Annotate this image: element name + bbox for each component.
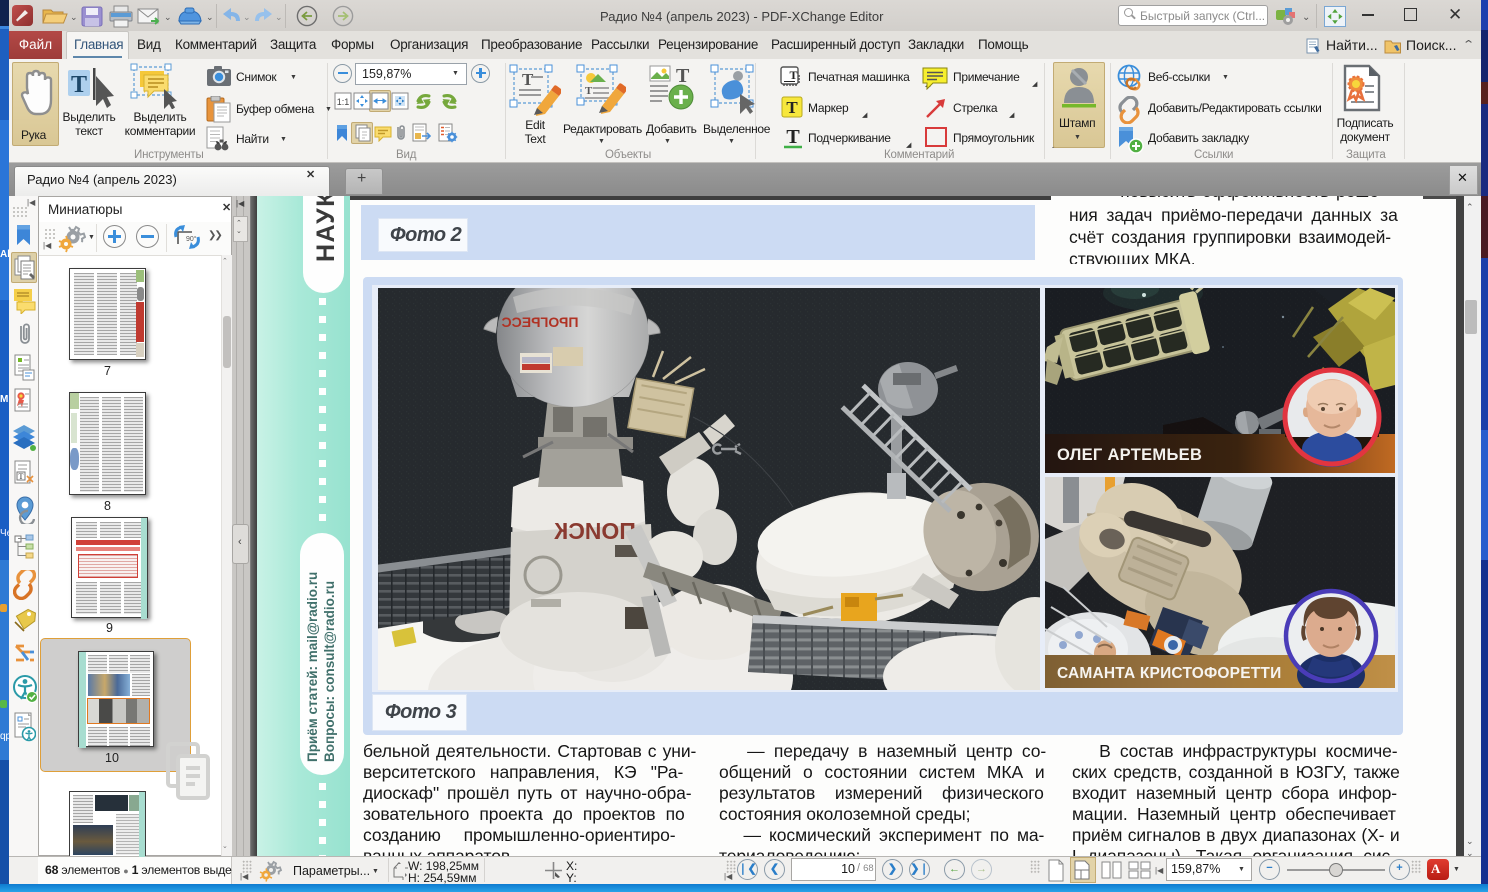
svg-text:ОЛЕГ АРТЕМЬЕВ: ОЛЕГ АРТЕМЬЕВ	[1057, 446, 1202, 464]
svg-text:90°: 90°	[186, 235, 197, 243]
svg-text:T: T	[585, 85, 593, 97]
svg-text:ПРОГРЕСС: ПРОГРЕСС	[502, 314, 579, 330]
svg-text:ПОИСК: ПОИСК	[553, 518, 636, 544]
svg-text:1:1: 1:1	[337, 97, 350, 107]
svg-text:T: T	[790, 68, 798, 82]
svg-text:T: T	[676, 65, 690, 87]
svg-text:T: T	[19, 472, 24, 481]
svg-text:T: T	[786, 98, 798, 117]
svg-text:T: T	[522, 70, 534, 89]
svg-text:T: T	[786, 126, 800, 148]
svg-text:T: T	[71, 72, 87, 98]
svg-text:САМАНТА КРИСТОФОРЕТТИ: САМАНТА КРИСТОФОРЕТТИ	[1057, 665, 1281, 682]
